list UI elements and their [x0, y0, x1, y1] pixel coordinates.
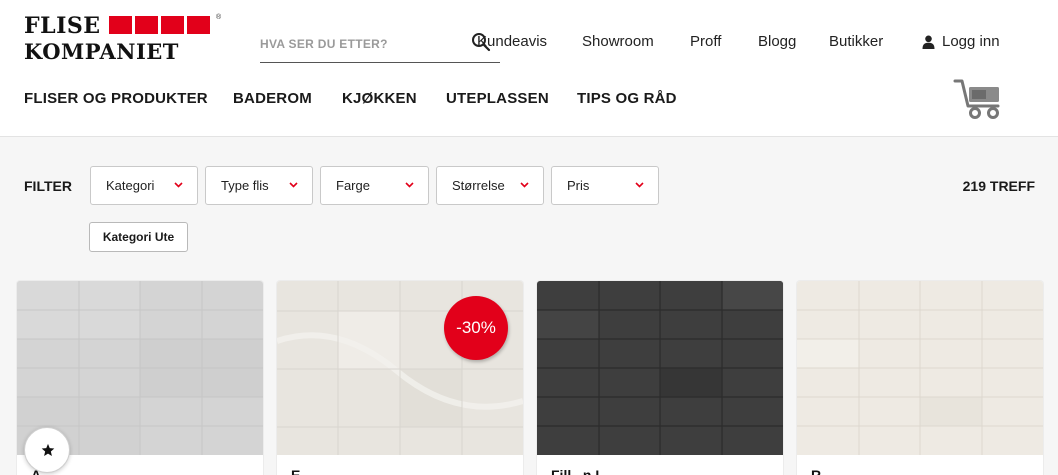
logo-line-2: KOMPANIET	[24, 39, 179, 64]
logo[interactable]: FLISE ® KOMPANIET	[24, 13, 221, 64]
login-label: Logg inn	[942, 33, 1000, 50]
chevron-down-icon	[289, 182, 298, 188]
cart-icon[interactable]	[953, 78, 1005, 120]
filter-dropdown-pris[interactable]: Pris	[551, 166, 659, 205]
star-icon	[41, 443, 55, 457]
search-bar	[260, 30, 500, 63]
chevron-down-icon	[405, 182, 414, 188]
product-image	[537, 281, 783, 455]
dropdown-label: Størrelse	[452, 178, 505, 193]
nav-uteplassen[interactable]: UTEPLASSEN	[446, 90, 549, 107]
product-name: Fjll...n L...	[551, 467, 616, 475]
filter-dropdown-farge[interactable]: Farge	[320, 166, 429, 205]
dropdown-label: Pris	[567, 178, 590, 193]
product-card[interactable]: Fjll...n L...	[537, 281, 783, 475]
product-card[interactable]: R...	[797, 281, 1043, 475]
product-name: R...	[811, 467, 833, 475]
filter-dropdown-type-flis[interactable]: Type flis	[205, 166, 313, 205]
nav-baderom[interactable]: BADEROM	[233, 90, 312, 107]
result-count: 219 TREFF	[962, 178, 1035, 194]
chevron-down-icon	[520, 182, 529, 188]
filter-dropdown-storrelse[interactable]: Størrelse	[436, 166, 544, 205]
nav-kundeavis[interactable]: Kundeavis	[477, 33, 547, 50]
nav-kjokken[interactable]: KJØKKEN	[342, 90, 417, 107]
login-link[interactable]: Logg inn	[922, 33, 1000, 50]
nav-tips-og-rad[interactable]: TIPS OG RÅD	[577, 90, 677, 107]
chevron-down-icon	[174, 182, 183, 188]
filter-dropdown-kategori[interactable]: Kategori	[90, 166, 198, 205]
nav-proff[interactable]: Proff	[690, 33, 721, 50]
logo-squares	[109, 16, 210, 34]
site-header: FLISE ® KOMPANIET Kundeavis Showroom Pro…	[0, 0, 1058, 137]
search-input[interactable]	[260, 34, 460, 54]
logo-line-1: FLISE	[24, 13, 101, 39]
chevron-down-icon	[635, 182, 644, 188]
user-icon	[922, 35, 935, 49]
dropdown-label: Type flis	[221, 178, 269, 193]
nav-blogg[interactable]: Blogg	[758, 33, 796, 50]
nav-showroom[interactable]: Showroom	[582, 33, 654, 50]
product-image	[797, 281, 1043, 455]
nav-butikker[interactable]: Butikker	[829, 33, 883, 50]
active-filter-chip[interactable]: Kategori Ute	[89, 222, 188, 252]
logo-registered-mark: ®	[216, 14, 222, 21]
nav-fliser-og-produkter[interactable]: FLISER OG PRODUKTER	[24, 90, 208, 107]
dropdown-label: Kategori	[106, 178, 155, 193]
dropdown-label: Farge	[336, 178, 370, 193]
discount-badge: -30%	[444, 296, 508, 360]
filter-label: FILTER	[24, 178, 72, 194]
favorites-button[interactable]	[24, 427, 70, 473]
product-name: E...	[291, 467, 313, 475]
